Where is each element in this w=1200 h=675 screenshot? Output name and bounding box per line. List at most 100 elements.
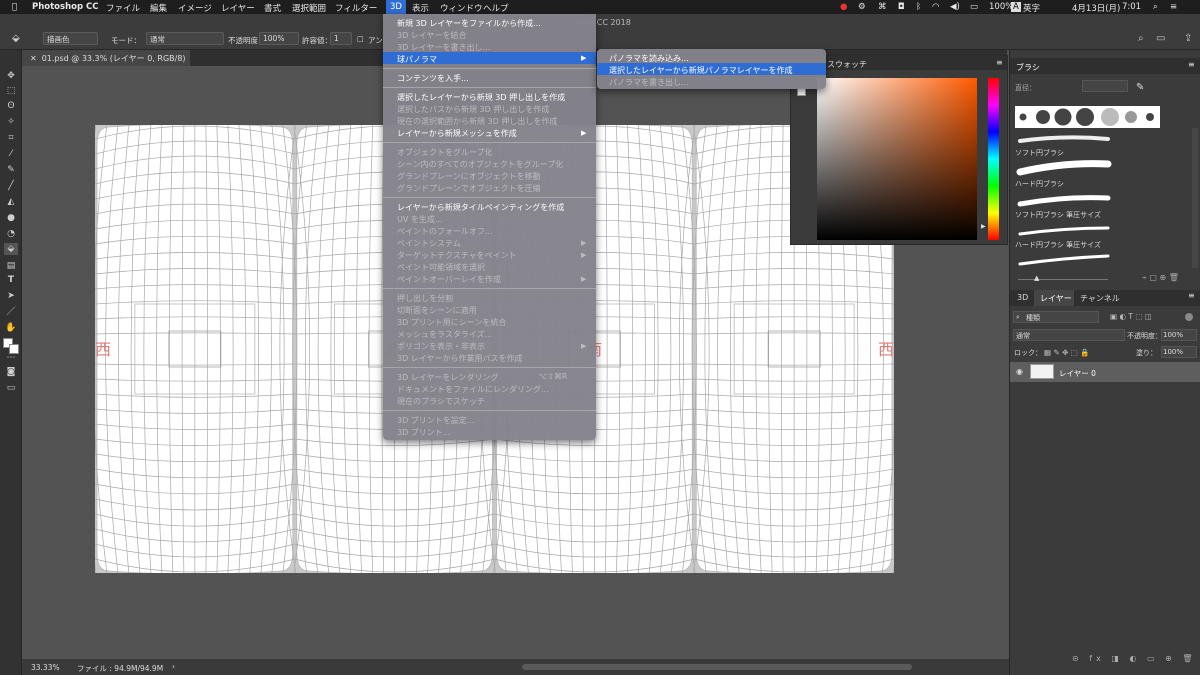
path-selection-icon[interactable]: ➤ (4, 290, 18, 302)
menu-item-new-3d-layer-from-file[interactable]: 新規 3D レイヤーをファイルから作成... (397, 18, 541, 29)
menu-type[interactable]: 書式 (264, 2, 281, 14)
tab-3d[interactable]: 3D (1017, 293, 1028, 302)
gear-icon[interactable]: ⚙ (858, 2, 866, 12)
brush-name-3[interactable]: ソフト円ブラシ 筆圧サイズ (1015, 210, 1101, 220)
brush-settings-icon[interactable]: ✎ (1136, 82, 1144, 93)
bluetooth-icon[interactable]: ᛒ (916, 2, 921, 12)
menu-item-split-extrusion[interactable]: 押し出しを分割 (397, 293, 453, 304)
menu-help[interactable]: ヘルプ (483, 2, 509, 14)
brush-name-4[interactable]: ハード円ブラシ 筆圧サイズ (1015, 240, 1101, 250)
menu-item-extrude-from-selection[interactable]: 現在の選択範囲から新規 3D 押し出しを作成 (397, 116, 557, 127)
background-color-swatch[interactable] (9, 344, 19, 354)
menu-item-merge-3d-layers[interactable]: 3D レイヤーを結合 (397, 30, 467, 41)
hue-slider-handle-icon[interactable]: ▶ (981, 223, 986, 230)
menu-item-show-hide-polygons[interactable]: ポリゴンを表示・非表示 (397, 341, 485, 352)
menu-item-unify-for-print[interactable]: 3D プリント用にシーンを統合 (397, 317, 506, 328)
menu-item-move-to-ground[interactable]: グランドプレーンにオブジェクトを移動 (397, 171, 541, 182)
menu-item-paint-falloff[interactable]: ペイントのフォールオフ... (397, 226, 493, 237)
paint-bucket-tool-icon[interactable]: ⬙ (4, 243, 18, 255)
menu-item-paint-system[interactable]: ペイントシステム (397, 238, 461, 249)
type-tool-icon[interactable]: T (4, 274, 18, 286)
time[interactable]: 7:01 (1122, 2, 1141, 12)
tab-close-icon[interactable]: ✕ (30, 54, 37, 63)
move-tool-icon[interactable]: ✥ (4, 70, 18, 82)
brush-name-1[interactable]: ソフト円ブラシ (1015, 148, 1064, 158)
color-saturation-field[interactable] (817, 78, 977, 240)
menu-item-extrude-from-layer[interactable]: 選択したレイヤーから新規 3D 押し出しを作成 (397, 92, 565, 103)
menu-item-paint-target-texture[interactable]: ターゲットテクスチャをペイント (397, 250, 517, 261)
status-app-icon[interactable]: ● (840, 2, 847, 12)
status-menu-arrow[interactable]: › (172, 662, 175, 671)
gradient-tool-icon[interactable]: ▤ (4, 260, 18, 272)
eraser-tool-icon[interactable]: ◭ (4, 196, 18, 208)
brush-panel-footer-icons[interactable]: ⌁ ▢ ⊕ 🗑 (1142, 273, 1179, 282)
menu-item-sketch-with-brush[interactable]: 現在のブラシでスケッチ (397, 396, 485, 407)
layers-panel-menu-icon[interactable]: ≡ (1188, 291, 1195, 300)
paint-bucket-tool-icon[interactable]: ⬙ (12, 33, 20, 44)
menu-layer[interactable]: レイヤー (221, 2, 255, 14)
slider-handle-icon[interactable]: ▲ (1034, 274, 1039, 282)
menu-item-3d-print-settings[interactable]: 3D プリントを設定... (397, 415, 474, 426)
input-source-label[interactable]: 英字 (1023, 2, 1040, 14)
workspace-icon[interactable]: ▭ (1156, 33, 1165, 44)
layer-visibility-eye-icon[interactable]: ◉ (1016, 367, 1023, 376)
menu-file[interactable]: ファイル (106, 2, 140, 14)
lasso-tool-icon[interactable]: ʘ (4, 100, 18, 112)
submenu-item-export-panorama[interactable]: パノラマを書き出し... (609, 77, 689, 88)
quick-mask-icon[interactable]: ◙ (4, 366, 18, 378)
hue-slider[interactable] (988, 78, 999, 240)
lock-icons[interactable]: ▦ ✎ ✥ ⬚ 🔒 (1044, 348, 1090, 357)
menu-item-generate-uv[interactable]: UV を生成... (397, 214, 443, 225)
menu-item-3d-print[interactable]: 3D プリント... (397, 427, 450, 438)
menu-item-create-paint-overlay[interactable]: ペイントオーバーレイを作成 (397, 274, 501, 285)
spotlight-icon[interactable]: ⌕ (1153, 2, 1158, 12)
layers-footer-icons[interactable]: ⊝ fx ◨ ◐ ▭ ⊕ 🗑 (1072, 654, 1196, 663)
fill-source-select[interactable]: 描画色 (43, 32, 98, 45)
menu-item-apply-cross-section[interactable]: 切断面をシーンに適用 (397, 305, 477, 316)
menu-item-extrude-from-path[interactable]: 選択したパスから新規 3D 押し出しを作成 (397, 104, 549, 115)
input-source-icon[interactable]: A (1011, 2, 1021, 12)
line-tool-icon[interactable]: ／ (4, 306, 18, 318)
menu-filter[interactable]: フィルター (335, 2, 377, 14)
screen-mode-icon[interactable]: ▭ (4, 382, 18, 394)
menu-item-group-objects[interactable]: オブジェクトをグループ化 (397, 147, 493, 158)
search-icon[interactable]: ⌕ (1138, 33, 1144, 44)
share-icon[interactable]: ⇪ (1184, 33, 1192, 44)
horizontal-scrollbar[interactable] (522, 664, 912, 670)
menu-item-group-all-objects[interactable]: シーン内のすべてのオブジェクトをグループ化 (397, 159, 563, 170)
menu-3d[interactable]: 3D (386, 0, 406, 14)
brush-size-slider[interactable] (1018, 279, 1108, 280)
notification-center-icon[interactable]: ≡ (1170, 2, 1177, 12)
swatches-tab[interactable]: スウォッチ (827, 59, 867, 70)
dodge-tool-icon[interactable]: ◔ (4, 228, 18, 240)
menu-item-mesh-from-layer[interactable]: レイヤーから新規メッシュを作成 (397, 128, 517, 139)
mode-select[interactable]: 通常 (146, 32, 224, 45)
healing-brush-icon[interactable]: ✎ (4, 164, 18, 176)
menu-item-tiled-painting[interactable]: レイヤーから新規タイルペインティングを作成 (397, 202, 564, 213)
brush-tool-icon[interactable]: ╱ (4, 180, 18, 192)
menu-item-snap-to-ground[interactable]: グランドプレーンでオブジェクトを圧縮 (397, 183, 541, 194)
command-icon[interactable]: ⌘ (878, 2, 887, 12)
blur-tool-icon[interactable]: ● (4, 212, 18, 224)
menu-item-work-path-from-3d[interactable]: 3D レイヤーから作業用パスを作成 (397, 353, 523, 364)
menu-item-render-3d-layer[interactable]: 3D レイヤーをレンダリング (397, 372, 499, 383)
tolerance-input[interactable]: 1 (330, 32, 352, 45)
color-panel-menu-icon[interactable]: ≡ (996, 58, 1003, 67)
menu-view[interactable]: 表示 (412, 2, 429, 14)
apple-icon[interactable]:  (12, 2, 17, 12)
menu-select[interactable]: 選択範囲 (292, 2, 326, 14)
brush-panel-tab[interactable]: ブラシ (1016, 62, 1040, 73)
opacity-input[interactable]: 100% (259, 32, 299, 45)
marquee-tool-icon[interactable]: ⬚ (4, 85, 18, 97)
magic-wand-icon[interactable]: ✧ (4, 116, 18, 128)
layer-name[interactable]: レイヤー 0 (1059, 368, 1096, 379)
submenu-item-new-panorama-layer[interactable]: 選択したレイヤーから新規パノラマレイヤーを作成 (597, 63, 826, 75)
menu-edit[interactable]: 編集 (150, 2, 167, 14)
battery-icon[interactable]: ▭ (970, 2, 978, 12)
tab-channels[interactable]: チャンネル (1080, 293, 1120, 304)
antialias-checkbox[interactable]: ☐ (357, 35, 364, 44)
robot-icon[interactable]: ◘ (898, 2, 905, 12)
menu-image[interactable]: イメージ (178, 2, 212, 14)
menu-item-spherical-panorama[interactable]: 球パノラマ (383, 52, 596, 64)
volume-icon[interactable]: ◀) (950, 2, 960, 12)
